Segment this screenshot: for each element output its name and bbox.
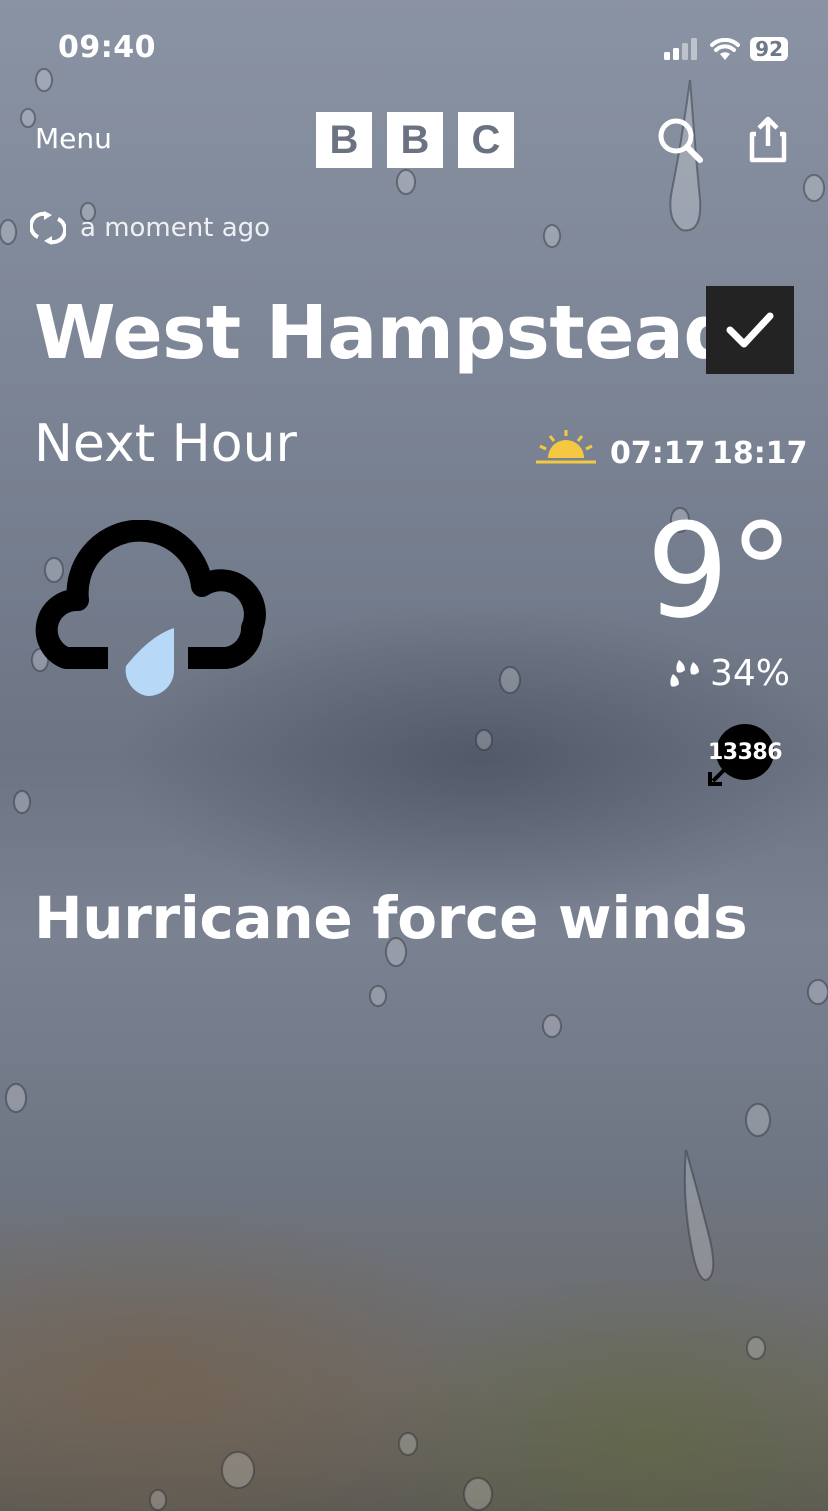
search-icon[interactable] [656, 116, 704, 164]
raindrops-icon [670, 660, 699, 687]
cellular-signal-icon [664, 38, 698, 60]
temperature: 9° [646, 495, 794, 647]
share-icon[interactable] [748, 116, 788, 164]
forecast-period-label: Next Hour [34, 414, 297, 474]
light-rain-cloud-icon [35, 520, 266, 697]
bbc-logo[interactable]: B B C [316, 112, 514, 168]
battery-indicator: 92 [750, 37, 788, 61]
location-name: West Hampstead [34, 290, 736, 376]
logo-block-b1: B [316, 112, 372, 168]
sunrise-sunset-icon [536, 430, 596, 464]
refresh-icon[interactable] [30, 211, 66, 245]
saved-location-toggle[interactable] [706, 286, 794, 374]
logo-block-b2: B [387, 112, 443, 168]
logo-block-c: C [458, 112, 514, 168]
status-time: 09:40 [58, 30, 156, 65]
precipitation-chance: 34% [710, 653, 791, 694]
weather-description: Hurricane force winds [34, 884, 748, 952]
sunrise-time: 07:17 [610, 436, 706, 471]
status-indicators: 92 [664, 34, 788, 64]
wifi-icon [710, 38, 741, 60]
wind-direction-arrow-icon [708, 766, 728, 786]
checkmark-icon [726, 312, 774, 348]
last-updated-text: a moment ago [80, 213, 271, 243]
menu-button[interactable]: Menu [35, 122, 112, 155]
sunset-time: 18:17 [712, 436, 808, 471]
